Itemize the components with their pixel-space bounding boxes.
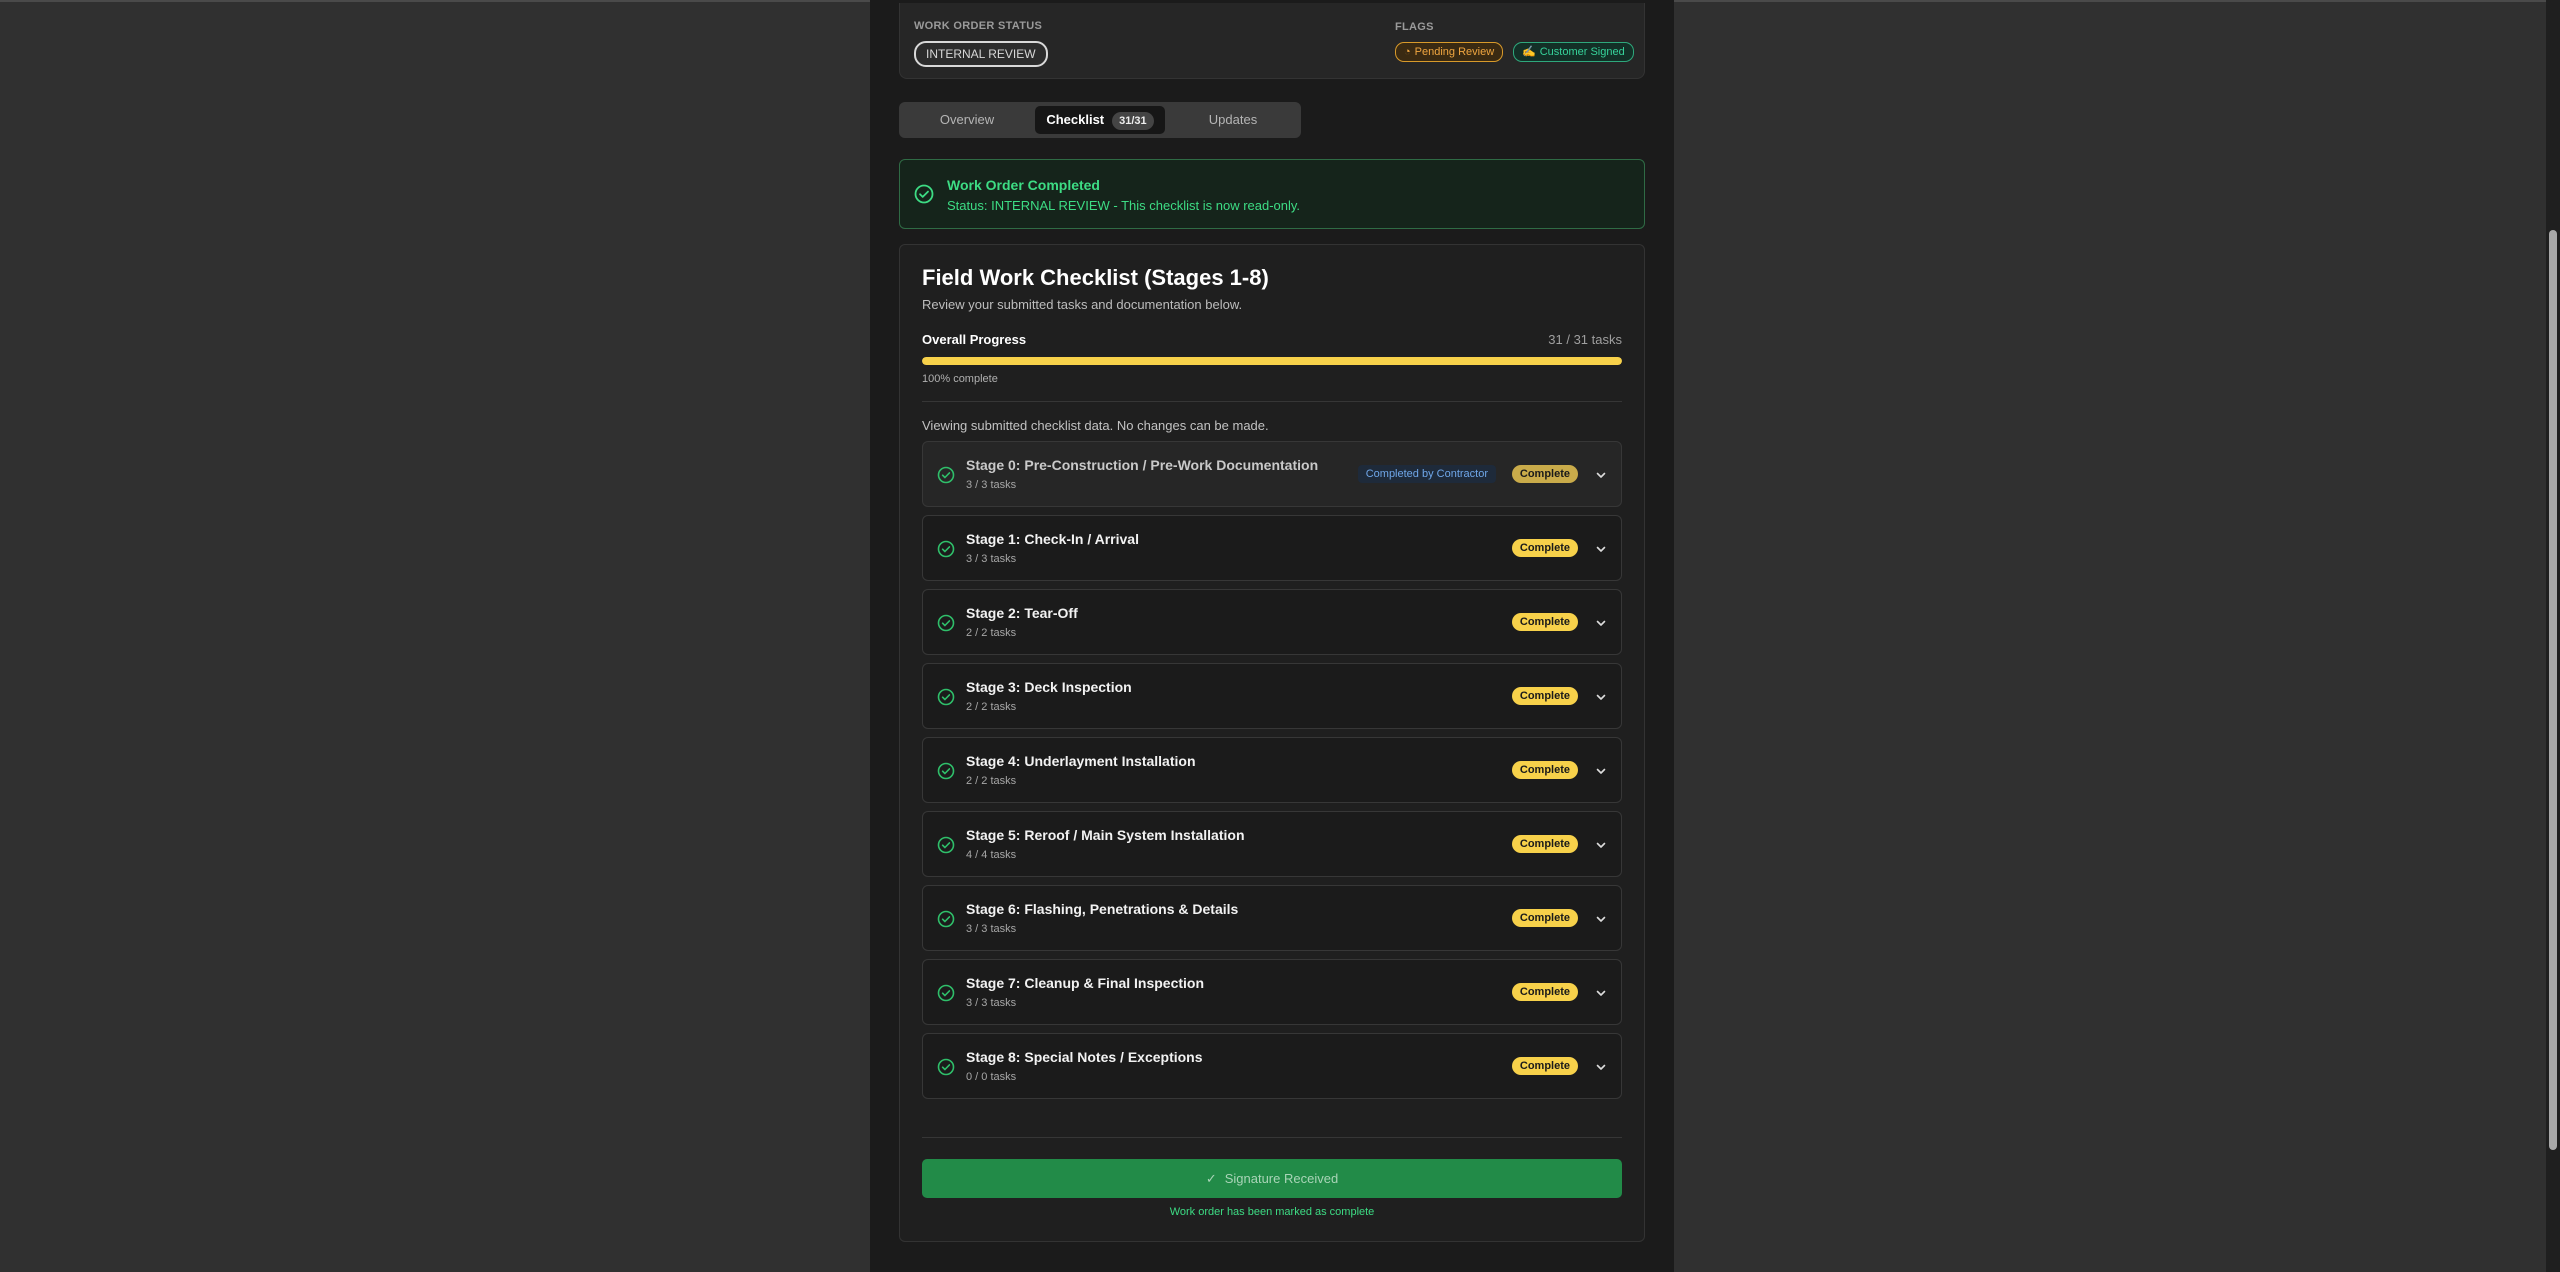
complete-badge: Complete xyxy=(1511,465,1578,483)
work-order-status-card: WORK ORDER STATUS INTERNAL REVIEW FLAGS … xyxy=(899,3,1645,79)
tab-updates[interactable]: Updates xyxy=(1171,106,1295,134)
complete-badge: Complete xyxy=(1511,1057,1578,1075)
signature-button-label: Signature Received xyxy=(1224,1171,1339,1186)
check-circle-icon xyxy=(937,688,955,711)
complete-badge: Complete xyxy=(1511,835,1578,853)
tab-overview[interactable]: Overview xyxy=(905,106,1029,134)
stage-task-count: 2 / 2 tasks xyxy=(966,627,1017,639)
progress-bar-fill xyxy=(922,357,1622,365)
complete-badge: Complete xyxy=(1511,613,1578,631)
stage-title: Stage 8: Special Notes / Exceptions xyxy=(966,1049,1203,1065)
stage-task-count: 3 / 3 tasks xyxy=(966,553,1017,565)
check-circle-icon xyxy=(937,614,955,637)
stage-task-count: 2 / 2 tasks xyxy=(966,775,1017,787)
complete-badge: Complete xyxy=(1511,909,1578,927)
chevron-down-icon[interactable] xyxy=(1595,542,1607,560)
complete-badge: Complete xyxy=(1511,761,1578,779)
checklist-title: Field Work Checklist (Stages 1-8) xyxy=(922,265,1269,290)
stage-task-count: 3 / 3 tasks xyxy=(966,479,1017,491)
stage-task-count: 3 / 3 tasks xyxy=(966,997,1017,1009)
alert-title: Work Order Completed xyxy=(947,177,1100,193)
complete-badge: Complete xyxy=(1511,539,1578,557)
stage-title: Stage 1: Check-In / Arrival xyxy=(966,531,1139,547)
hand-writing-icon: ✍ xyxy=(1522,46,1536,58)
checklist-subtitle: Review your submitted tasks and document… xyxy=(922,297,1243,312)
flags-label: FLAGS xyxy=(1395,21,1434,33)
stage-task-count: 2 / 2 tasks xyxy=(966,701,1017,713)
status-pill: INTERNAL REVIEW xyxy=(914,41,1048,67)
scrollbar-thumb[interactable] xyxy=(2549,230,2557,1150)
tab-checklist-label: Checklist xyxy=(1046,112,1105,127)
chevron-down-icon[interactable] xyxy=(1595,690,1607,708)
stage-row[interactable]: Stage 2: Tear-Off 2 / 2 tasks Complete xyxy=(922,589,1622,655)
tab-checklist[interactable]: Checklist 31/31 xyxy=(1035,106,1165,134)
progress-count: 31 / 31 tasks xyxy=(1548,332,1622,347)
stage-row[interactable]: Stage 0: Pre-Construction / Pre-Work Doc… xyxy=(922,441,1622,507)
check-circle-icon xyxy=(937,910,955,933)
stage-title: Stage 4: Underlayment Installation xyxy=(966,753,1196,769)
chevron-down-icon[interactable] xyxy=(1595,468,1607,486)
check-circle-icon xyxy=(937,762,955,785)
stage-row[interactable]: Stage 5: Reroof / Main System Installati… xyxy=(922,811,1622,877)
stage-title: Stage 7: Cleanup & Final Inspection xyxy=(966,975,1205,991)
check-circle-icon xyxy=(937,466,955,489)
check-circle-icon xyxy=(937,836,955,859)
stage-row[interactable]: Stage 8: Special Notes / Exceptions 0 / 0… xyxy=(922,1033,1622,1099)
stage-row[interactable]: Stage 4: Underlayment Installation 2 / 2 … xyxy=(922,737,1622,803)
contractor-badge: Completed by Contractor xyxy=(1357,465,1496,483)
divider xyxy=(922,401,1622,402)
stage-title: Stage 3: Deck Inspection xyxy=(966,679,1132,695)
stage-task-count: 4 / 4 tasks xyxy=(966,849,1017,861)
flag-signed-text: Customer Signed xyxy=(1539,46,1625,58)
signature-note: Work order has been marked as complete xyxy=(1169,1206,1375,1218)
stage-row[interactable]: Stage 7: Cleanup & Final Inspection 3 / 3… xyxy=(922,959,1622,1025)
stage-title: Stage 6: Flashing, Penetrations & Detail… xyxy=(966,901,1239,917)
check-icon: ✓ xyxy=(1205,1171,1217,1186)
complete-badge: Complete xyxy=(1511,983,1578,1001)
scrollbar[interactable] xyxy=(2546,0,2560,1272)
stage-row[interactable]: Stage 1: Check-In / Arrival 3 / 3 tasks Co… xyxy=(922,515,1622,581)
progress-percent: 100% complete xyxy=(922,373,998,385)
stage-row[interactable]: Stage 6: Flashing, Penetrations & Detail… xyxy=(922,885,1622,951)
chevron-down-icon[interactable] xyxy=(1595,1060,1607,1078)
completed-alert: Work Order Completed Status: INTERNAL RE… xyxy=(899,159,1645,229)
stage-title: Stage 0: Pre-Construction / Pre-Work Doc… xyxy=(966,457,1319,473)
chevron-down-icon[interactable] xyxy=(1595,764,1607,782)
tab-bar: Overview Checklist 31/31 Updates xyxy=(899,102,1301,138)
divider xyxy=(922,1137,1622,1138)
stage-task-count: 0 / 0 tasks xyxy=(966,1071,1017,1083)
flag-pending-review: ◔ Pending Review xyxy=(1395,42,1504,62)
flag-pending-text: Pending Review xyxy=(1414,46,1495,58)
chevron-down-icon[interactable] xyxy=(1595,912,1607,930)
checklist-card: Field Work Checklist (Stages 1-8) Review… xyxy=(899,244,1645,1242)
stage-task-count: 3 / 3 tasks xyxy=(966,923,1017,935)
stage-title: Stage 5: Reroof / Main System Installati… xyxy=(966,827,1245,843)
chevron-down-icon[interactable] xyxy=(1595,986,1607,1004)
stage-row[interactable]: Stage 3: Deck Inspection 2 / 2 tasks Compl… xyxy=(922,663,1622,729)
chevron-down-icon[interactable] xyxy=(1595,838,1607,856)
stage-title: Stage 2: Tear-Off xyxy=(966,605,1078,621)
check-circle-icon xyxy=(937,1058,955,1081)
flag-customer-signed: ✍ Customer Signed xyxy=(1513,42,1634,62)
progress-label: Overall Progress xyxy=(922,332,1027,347)
chevron-down-icon[interactable] xyxy=(1595,616,1607,634)
clock-icon: ◔ xyxy=(1404,46,1411,58)
tab-checklist-count: 31/31 xyxy=(1112,112,1154,130)
complete-badge: Complete xyxy=(1511,687,1578,705)
signature-received-button[interactable]: ✓ Signature Received xyxy=(922,1159,1622,1198)
check-circle-icon xyxy=(937,540,955,563)
readonly-note: Viewing submitted checklist data. No cha… xyxy=(922,418,1269,433)
status-label: WORK ORDER STATUS xyxy=(914,20,1043,32)
progress-bar xyxy=(922,357,1622,365)
check-circle-icon xyxy=(937,984,955,1007)
check-circle-icon xyxy=(914,184,934,204)
alert-text: Status: INTERNAL REVIEW - This checklist… xyxy=(947,198,1301,213)
